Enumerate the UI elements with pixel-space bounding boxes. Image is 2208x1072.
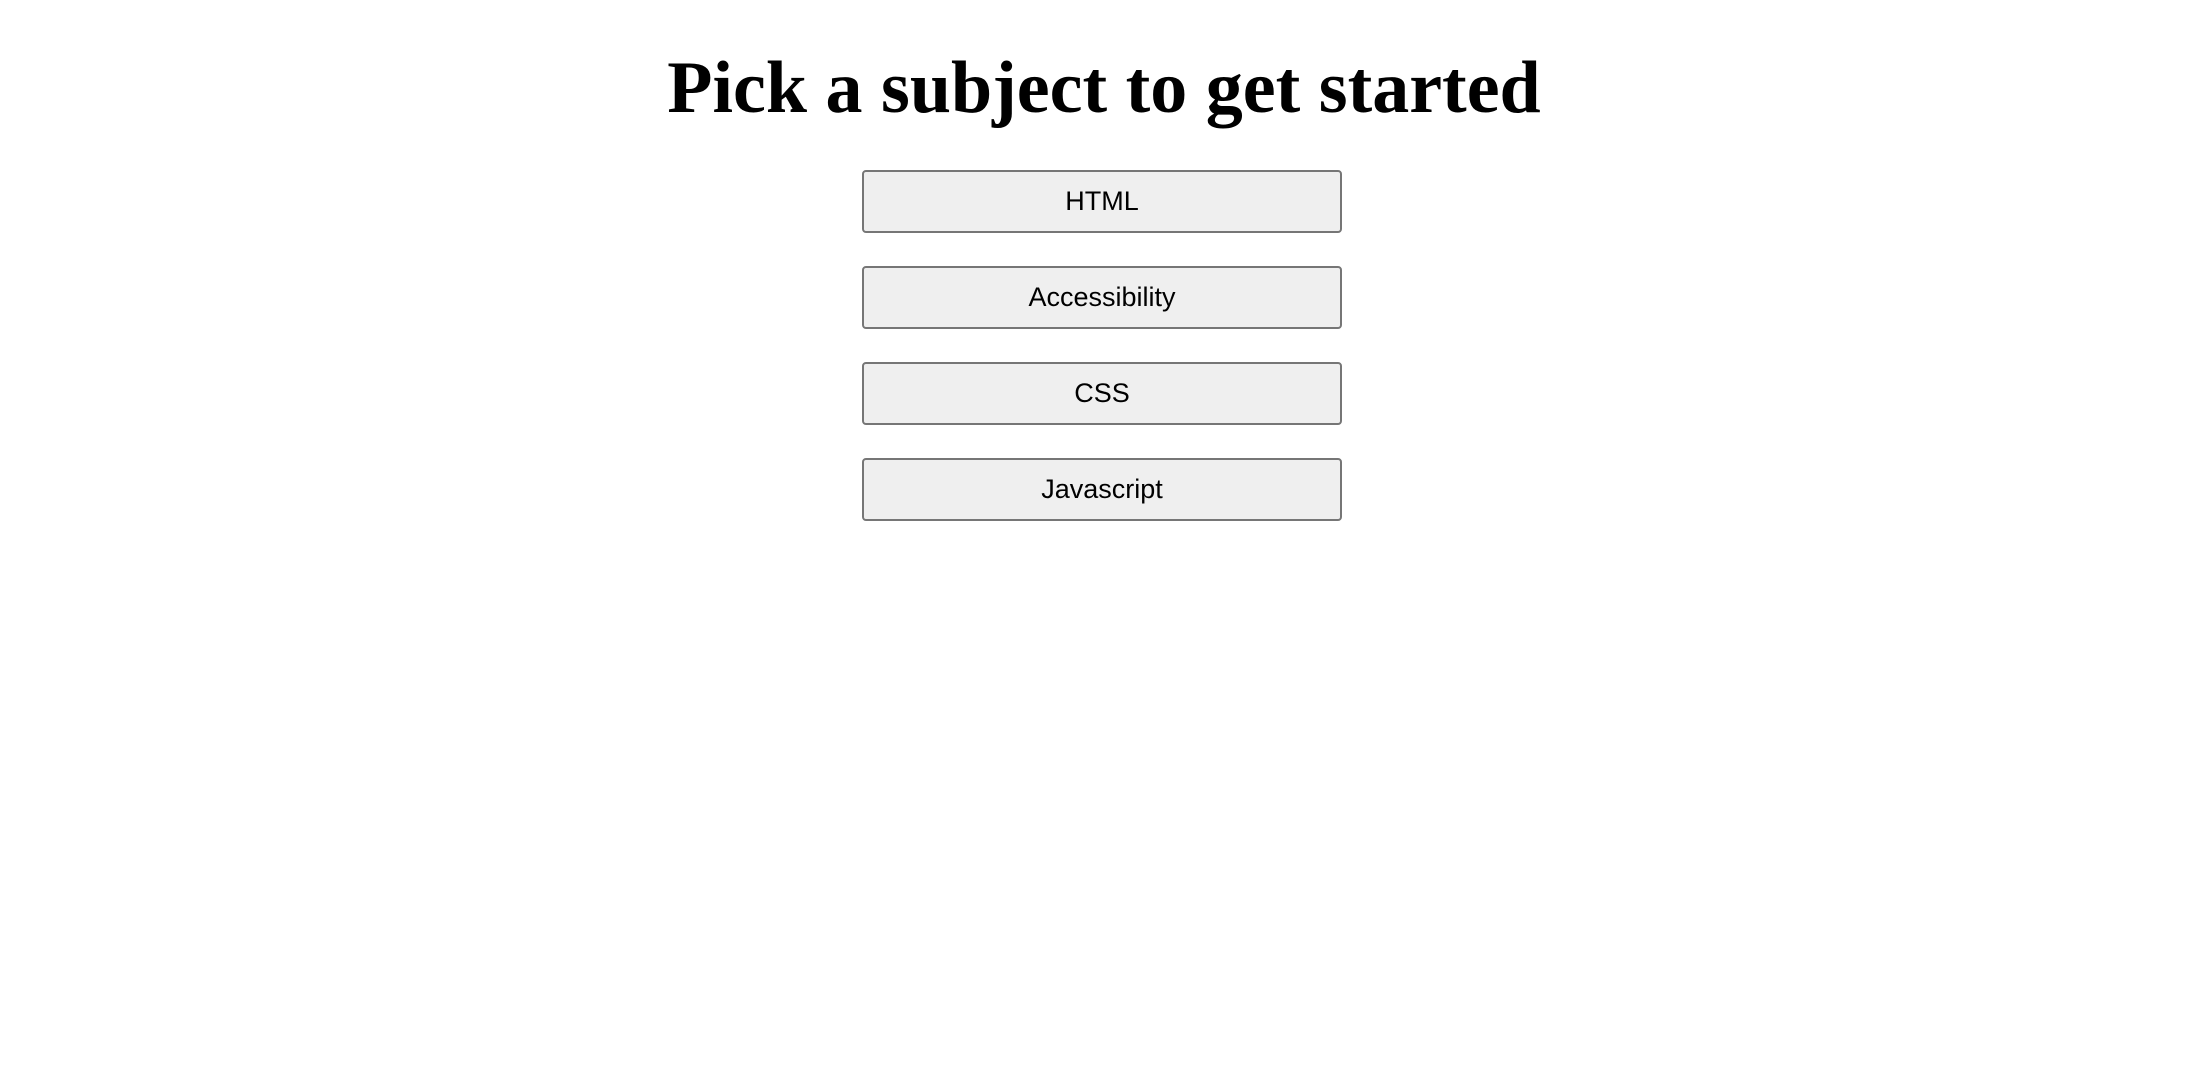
subject-button-html[interactable]: HTML <box>862 170 1342 233</box>
subject-list: HTML Accessibility CSS Javascript <box>862 170 1342 521</box>
subject-button-accessibility[interactable]: Accessibility <box>862 266 1342 329</box>
page-title: Pick a subject to get started <box>667 47 1541 129</box>
subject-button-javascript[interactable]: Javascript <box>862 458 1342 521</box>
page: Pick a subject to get started HTML Acces… <box>0 0 2208 1072</box>
subject-button-css[interactable]: CSS <box>862 362 1342 425</box>
